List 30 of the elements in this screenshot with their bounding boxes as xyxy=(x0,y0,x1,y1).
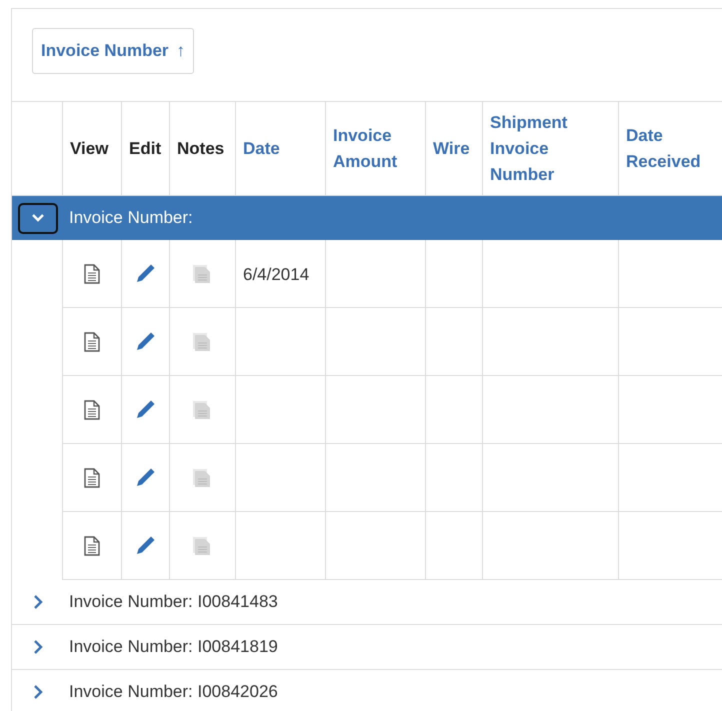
column-header[interactable]: Invoice Amount xyxy=(333,122,418,174)
pencil-icon[interactable] xyxy=(134,534,156,556)
document-icon[interactable] xyxy=(84,400,100,420)
group-label: Invoice Number: I00841819 xyxy=(69,636,278,658)
collapse-button[interactable] xyxy=(18,202,58,234)
document-icon[interactable] xyxy=(84,468,100,488)
pencil-icon[interactable] xyxy=(134,398,156,420)
column-header[interactable]: Wire xyxy=(433,136,470,162)
column-header: Notes xyxy=(177,138,224,160)
document-icon[interactable] xyxy=(84,264,100,284)
group-label: Invoice Number: xyxy=(69,207,193,230)
group-label: Invoice Number: I00842026 xyxy=(69,681,278,704)
chevron-icon[interactable] xyxy=(32,639,44,655)
column-header[interactable]: Date xyxy=(243,136,280,162)
pencil-icon[interactable] xyxy=(134,466,156,488)
column-header: Edit xyxy=(129,138,162,160)
document-icon[interactable] xyxy=(84,332,100,352)
group-row[interactable]: Invoice Number: xyxy=(12,196,722,240)
document-icon[interactable] xyxy=(84,536,100,556)
column-header[interactable]: Date Received xyxy=(626,122,721,174)
column-header[interactable]: Shipment Invoice Number xyxy=(490,110,611,188)
date-cell: 6/4/2014 xyxy=(243,265,310,284)
column-header: View xyxy=(70,138,108,160)
chevron-icon[interactable] xyxy=(32,594,44,610)
chevron-icon[interactable] xyxy=(32,684,44,700)
group-label: Invoice Number: I00841483 xyxy=(69,591,278,614)
pencil-icon[interactable] xyxy=(134,262,156,284)
sort-button[interactable]: Invoice Number ↑ xyxy=(32,28,194,74)
pencil-icon[interactable] xyxy=(134,330,156,352)
chevron-icon xyxy=(30,213,44,223)
